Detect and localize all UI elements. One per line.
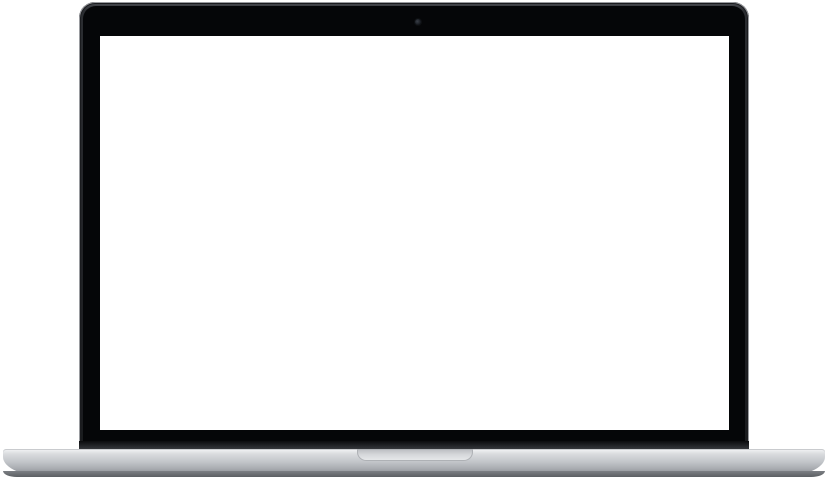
laptop-base	[3, 449, 825, 477]
laptop-mockup	[0, 0, 828, 482]
lid-opening-notch	[357, 449, 473, 461]
laptop-lid	[79, 2, 749, 448]
laptop-screen	[100, 36, 729, 430]
base-bottom-edge	[3, 471, 825, 477]
webcam-icon	[415, 19, 421, 25]
